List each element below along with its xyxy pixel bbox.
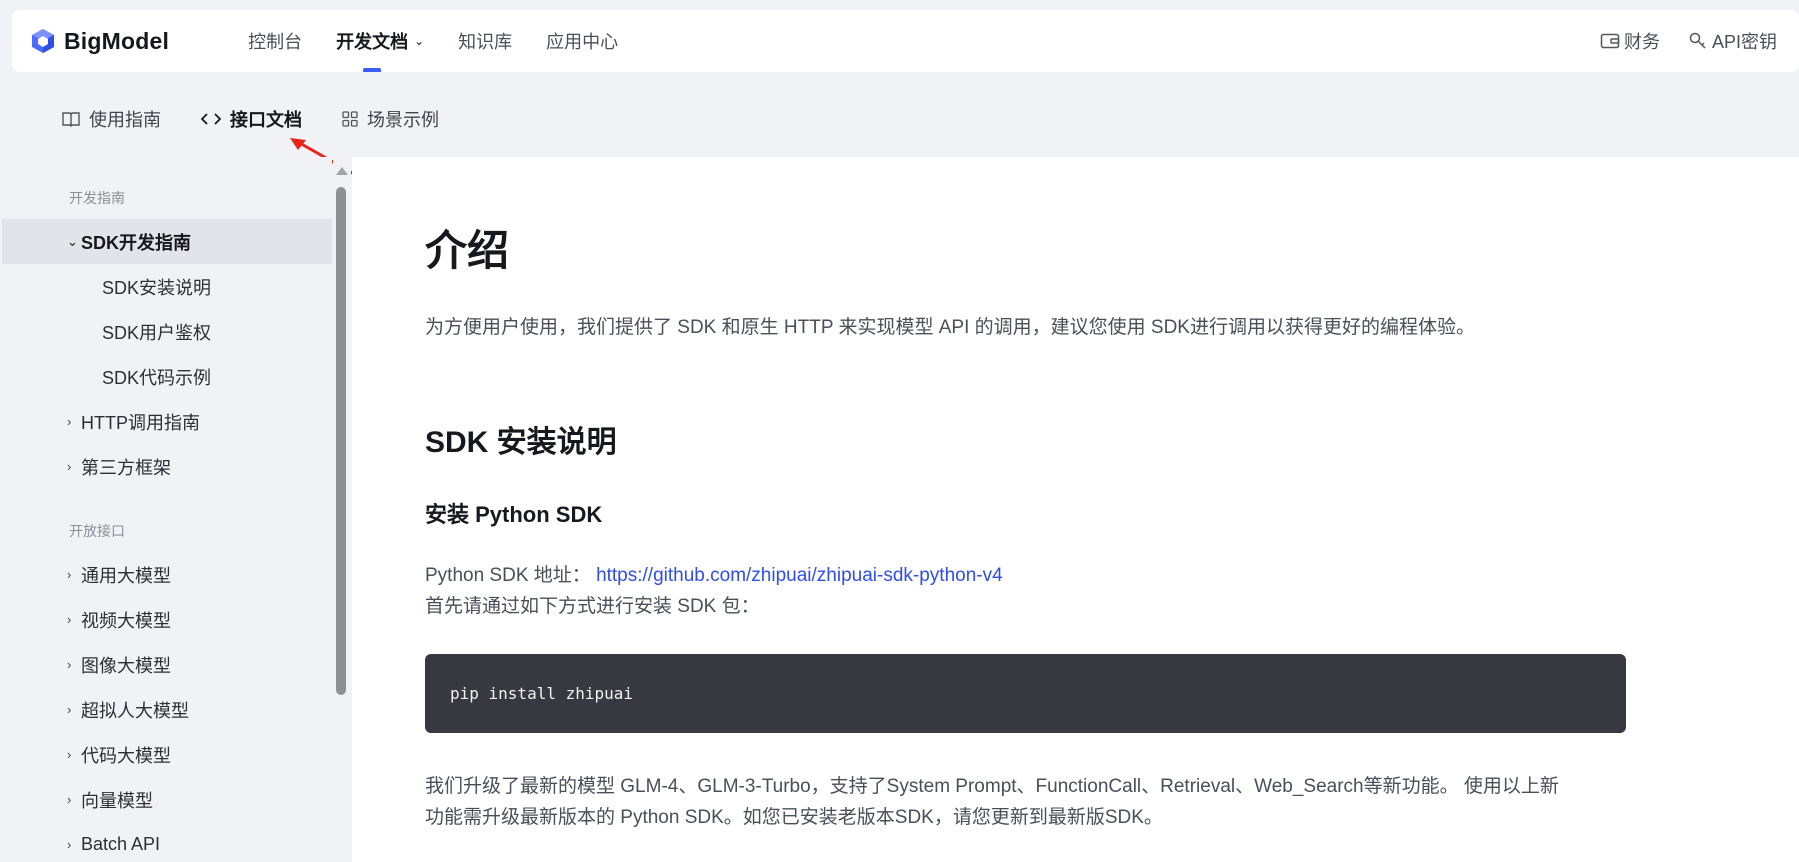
code-text: pip install zhipuai	[450, 684, 634, 703]
chevron-right-icon: ›	[67, 567, 72, 582]
nav-app-center-label: 应用中心	[546, 32, 619, 52]
main-nav: 控制台 开发文档 ⌄ 知识库 应用中心	[248, 10, 652, 72]
tab-scenario-examples-label: 场景示例	[367, 110, 439, 130]
bigmodel-logo-icon	[32, 29, 54, 53]
tab-usage-guide-label: 使用指南	[89, 110, 161, 130]
api-key-label: API密钥	[1711, 32, 1777, 52]
sidebar-item-sdk-auth[interactable]: SDK用户鉴权	[2, 309, 332, 354]
sidebar-item-label: HTTP调用指南	[81, 412, 200, 433]
sidebar-item-code-model[interactable]: › 代码大模型	[2, 732, 332, 777]
sidebar-group-dev-guide: 开发指南	[69, 190, 125, 206]
sidebar-item-label: 图像大模型	[81, 655, 171, 676]
chevron-right-icon: ›	[67, 747, 72, 762]
sidebar-item-label: SDK代码示例	[102, 367, 212, 388]
sidebar-item-third-party[interactable]: › 第三方框架	[2, 444, 332, 489]
grid-icon	[342, 111, 358, 127]
main-content: 介绍 为方便用户使用，我们提供了 SDK 和原生 HTTP 来实现模型 API …	[352, 157, 1799, 862]
sdk-github-link[interactable]: https://github.com/zhipuai/zhipuai-sdk-p…	[596, 565, 1003, 586]
sidebar-item-label: SDK开发指南	[81, 232, 192, 253]
nav-console-label: 控制台	[248, 32, 303, 52]
nav-knowledge-base-label: 知识库	[458, 32, 513, 52]
tab-usage-guide[interactable]: 使用指南	[62, 106, 161, 132]
key-icon	[1689, 32, 1706, 49]
code-block[interactable]: pip install zhipuai	[425, 654, 1626, 733]
sidebar-item-batch-api[interactable]: › Batch API	[2, 822, 332, 862]
nav-dev-docs[interactable]: 开发文档 ⌄	[336, 10, 424, 72]
sidebar-group-open-api: 开放接口	[69, 523, 125, 539]
subsection-title: 安装 Python SDK	[425, 502, 603, 527]
finance-link[interactable]: 财务	[1600, 28, 1660, 54]
code-icon	[201, 113, 221, 125]
sidebar-item-label: Batch API	[81, 834, 161, 854]
chevron-right-icon: ›	[67, 657, 72, 672]
upgrade-note-line2: 功能需升级最新版本的 Python SDK。如您已安装老版本SDK，请您更新到最…	[425, 807, 1163, 828]
sidebar-item-label: 向量模型	[81, 790, 153, 811]
sidebar-item-label: SDK用户鉴权	[102, 322, 212, 343]
chevron-down-icon: ⌄	[414, 34, 425, 48]
docs-subnav: 使用指南 接口文档 场景示例	[0, 82, 1799, 156]
sidebar-item-label: 第三方框架	[81, 457, 171, 478]
sidebar-item-http-guide[interactable]: › HTTP调用指南	[2, 399, 332, 444]
finance-label: 财务	[1623, 32, 1660, 52]
upgrade-note-line1: 我们升级了最新的模型 GLM-4、GLM-3-Turbo，支持了System P…	[425, 776, 1559, 797]
wallet-icon	[1600, 33, 1620, 49]
brand-name: BigModel	[64, 27, 170, 54]
intro-paragraph: 为方便用户使用，我们提供了 SDK 和原生 HTTP 来实现模型 API 的调用…	[425, 317, 1475, 338]
sidebar-item-label: 通用大模型	[81, 565, 171, 586]
tab-api-docs-label: 接口文档	[230, 110, 302, 130]
sidebar-item-label: 视频大模型	[81, 610, 171, 631]
nav-console[interactable]: 控制台	[248, 10, 302, 72]
top-navbar: BigModel 控制台 开发文档 ⌄ 知识库 应用中心 财务 API密钥	[12, 10, 1799, 72]
page-title: 介绍	[425, 227, 510, 274]
sidebar-item-sdk-install[interactable]: SDK安装说明	[2, 264, 332, 309]
sidebar-scroll-thumb[interactable]	[336, 187, 346, 695]
section-title: SDK 安装说明	[425, 426, 617, 459]
book-icon	[62, 112, 80, 127]
active-nav-indicator	[363, 68, 382, 72]
chevron-down-icon: ⌄	[67, 233, 78, 249]
chevron-right-icon: ›	[67, 792, 72, 807]
chevron-right-icon: ›	[67, 702, 72, 717]
api-key-link[interactable]: API密钥	[1688, 28, 1777, 54]
nav-dev-docs-label: 开发文档	[336, 32, 409, 52]
install-hint: 首先请通过如下方式进行安装 SDK 包：	[425, 596, 760, 617]
sidebar-item-general-llm[interactable]: › 通用大模型	[2, 552, 332, 597]
sdk-address-line: Python SDK 地址： https://github.com/zhipua…	[425, 560, 1003, 587]
tab-api-docs[interactable]: 接口文档	[201, 106, 302, 132]
chevron-right-icon: ›	[67, 612, 72, 627]
nav-right: 财务 API密钥	[1572, 28, 1777, 54]
sidebar-item-video-model[interactable]: › 视频大模型	[2, 597, 332, 642]
chevron-right-icon: ›	[67, 459, 72, 474]
nav-app-center[interactable]: 应用中心	[546, 10, 618, 72]
sidebar: 开发指南 ⌄ SDK开发指南 SDK安装说明 SDK用户鉴权 SDK代码示例 ›…	[2, 157, 332, 862]
chevron-right-icon: ›	[67, 837, 72, 852]
nav-knowledge-base[interactable]: 知识库	[458, 10, 512, 72]
tab-scenario-examples[interactable]: 场景示例	[342, 106, 439, 132]
sidebar-item-label: SDK安装说明	[102, 277, 212, 298]
sdk-address-label: Python SDK 地址：	[425, 565, 591, 586]
sidebar-item-embedding-model[interactable]: › 向量模型	[2, 777, 332, 822]
sidebar-item-label: 代码大模型	[81, 745, 171, 766]
sidebar-item-label: 超拟人大模型	[81, 700, 189, 721]
sidebar-item-sdk-guide[interactable]: ⌄ SDK开发指南	[2, 219, 332, 264]
chevron-right-icon: ›	[67, 414, 72, 429]
logo[interactable]: BigModel	[30, 28, 169, 55]
scroll-up-arrow-icon[interactable]	[336, 167, 348, 175]
sidebar-item-image-model[interactable]: › 图像大模型	[2, 642, 332, 687]
sidebar-item-sdk-examples[interactable]: SDK代码示例	[2, 354, 332, 399]
sidebar-item-humanlike-model[interactable]: › 超拟人大模型	[2, 687, 332, 732]
